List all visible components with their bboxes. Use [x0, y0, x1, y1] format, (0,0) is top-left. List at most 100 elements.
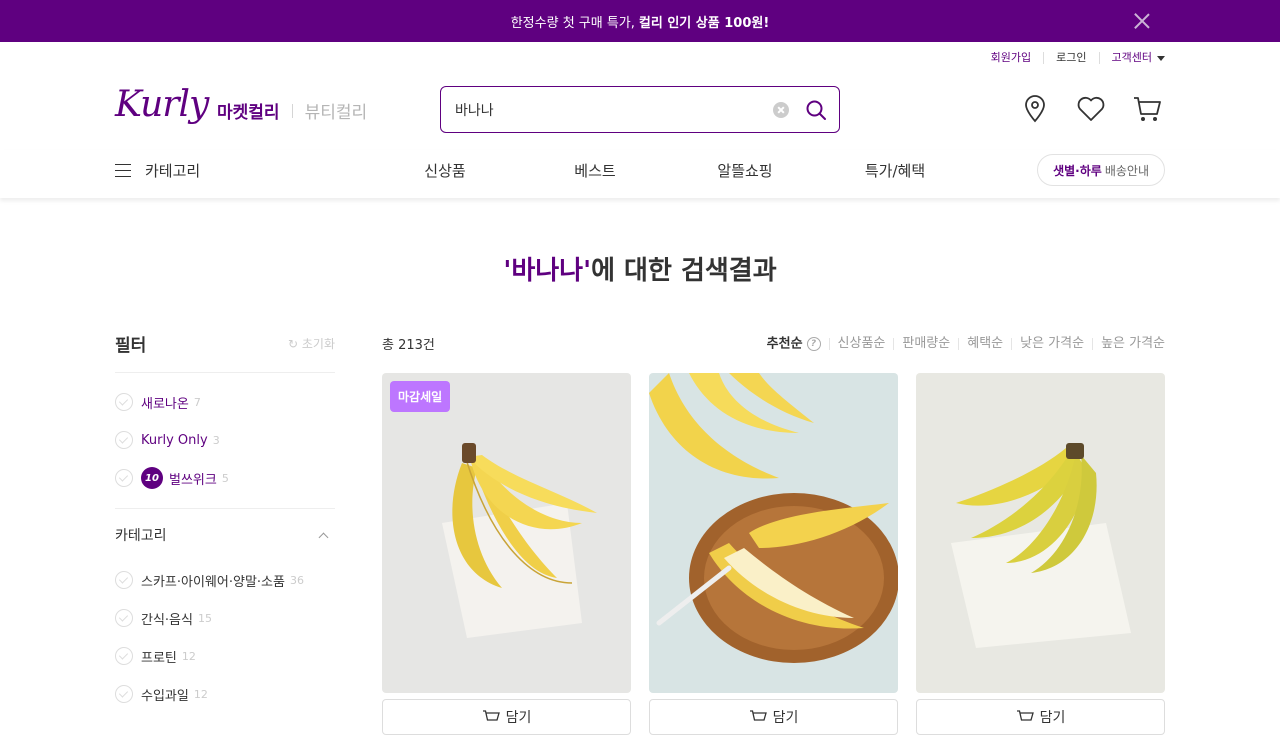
- sort-sales[interactable]: 판매량순: [893, 337, 958, 350]
- search-icon[interactable]: [805, 99, 827, 121]
- delivery-strong: 샛별·하루: [1053, 163, 1102, 178]
- tab-market-kurly[interactable]: 마켓컬리: [217, 98, 280, 123]
- cart-button-label: 담기: [772, 710, 799, 726]
- filter-option-new[interactable]: 새로나온 7: [115, 383, 335, 421]
- cart-icon: [1016, 710, 1034, 721]
- global-nav: 카테고리 신상품 베스트 알뜰쇼핑 특가/혜택 샛별·하루 배송안내: [0, 150, 1280, 198]
- sort-label: 추천순: [766, 336, 803, 351]
- kurly-logo[interactable]: Kurly: [115, 84, 209, 125]
- option-count: 12: [181, 649, 196, 663]
- refresh-icon: ↻: [287, 336, 299, 351]
- delivery-info-button[interactable]: 샛별·하루 배송안내: [1037, 154, 1165, 186]
- product-card[interactable]: 담기: [649, 373, 898, 735]
- sort-recommended[interactable]: 추천순?: [759, 336, 829, 351]
- filter-option-category[interactable]: 간식·음식 15: [115, 599, 335, 637]
- option-label: 새로나온: [141, 396, 189, 412]
- divider: [291, 103, 293, 118]
- category-menu-button[interactable]: 카테고리: [115, 160, 200, 181]
- nav-best[interactable]: 베스트: [520, 160, 670, 181]
- login-link[interactable]: 로그인: [1043, 52, 1098, 64]
- add-to-cart-button[interactable]: 담기: [916, 699, 1165, 735]
- sort-price-high[interactable]: 높은 가격순: [1092, 337, 1165, 350]
- check-icon: [115, 685, 133, 703]
- filter-panel: 필터 ↻ 초기화 새로나온 7 Kurly Only 3 10 벌쓰위크 5 카…: [115, 330, 335, 713]
- product-card[interactable]: 담기: [916, 373, 1165, 735]
- clear-icon[interactable]: [773, 101, 789, 118]
- sort-benefit[interactable]: 혜택순: [958, 337, 1011, 350]
- quote-close: ': [583, 256, 592, 286]
- user-menu: 회원가입 로그인 고객센터: [979, 52, 1165, 64]
- mall-tabs: 마켓컬리 뷰티컬리: [217, 98, 367, 123]
- filter-option-category[interactable]: 스카프·아이웨어·양말·소품 36: [115, 561, 335, 599]
- promo-text: 한정수량 첫 구매 특가,: [510, 15, 635, 31]
- chevron-up-icon: [318, 532, 329, 542]
- sort-options: 추천순? 신상품순 판매량순 혜택순 낮은 가격순 높은 가격순: [759, 334, 1165, 353]
- option-label: Kurly Only: [141, 432, 208, 448]
- add-to-cart-button[interactable]: 담기: [382, 699, 631, 735]
- sort-price-low[interactable]: 낮은 가격순: [1011, 337, 1092, 350]
- check-icon: [115, 571, 133, 589]
- filter-header: 필터 ↻ 초기화: [115, 330, 335, 373]
- check-icon: [115, 469, 133, 487]
- close-icon[interactable]: [1132, 11, 1152, 31]
- heart-icon[interactable]: [1073, 93, 1109, 125]
- hamburger-icon: [115, 163, 131, 178]
- promo-banner[interactable]: 한정수량 첫 구매 특가, 컬리 인기 상품 100원!: [0, 0, 1280, 42]
- sort-newest[interactable]: 신상품순: [828, 337, 894, 350]
- option-count: 3: [212, 433, 220, 447]
- option-label: 프로틴: [141, 650, 177, 666]
- list-header: 총 213건 추천순? 신상품순 판매량순 혜택순 낮은 가격순 높은 가격순: [382, 334, 1165, 353]
- option-label: 벌쓰위크: [169, 472, 217, 488]
- filter-option-kurly-only[interactable]: Kurly Only 3: [115, 421, 335, 459]
- option-count: 7: [193, 395, 201, 409]
- deal-badge: 마감세일: [390, 381, 451, 412]
- category-filter-title: 카테고리: [115, 528, 167, 544]
- check-icon: [115, 647, 133, 665]
- nav-special[interactable]: 특가/혜택: [820, 160, 970, 181]
- cart-icon: [749, 710, 767, 721]
- cart-button-label: 담기: [1039, 710, 1066, 726]
- cart-icon[interactable]: [1129, 93, 1165, 125]
- nav-new[interactable]: 신상품: [370, 160, 520, 181]
- filter-option-category[interactable]: 프로틴 12: [115, 637, 335, 675]
- signup-link[interactable]: 회원가입: [979, 52, 1043, 64]
- total-count: 총 213건: [382, 338, 435, 353]
- search-keyword: 바나나: [511, 256, 584, 286]
- search-input[interactable]: [455, 101, 773, 118]
- product-image[interactable]: 마감세일: [382, 373, 631, 693]
- search-result-title: '바나나'에 대한 검색결과: [0, 250, 1280, 287]
- option-count: 12: [193, 687, 208, 701]
- filter-reset-button[interactable]: ↻ 초기화: [288, 335, 335, 352]
- filter-group-special: 새로나온 7 Kurly Only 3 10 벌쓰위크 5: [115, 373, 335, 509]
- product-image[interactable]: [649, 373, 898, 693]
- nav-saving[interactable]: 알뜰쇼핑: [670, 160, 820, 181]
- filter-title: 필터: [115, 335, 147, 356]
- filter-option-category[interactable]: 수입과일 12: [115, 675, 335, 713]
- search-bar: [440, 86, 840, 133]
- location-icon[interactable]: [1017, 93, 1053, 125]
- gnb-items: 신상품 베스트 알뜰쇼핑 특가/혜택: [370, 160, 970, 181]
- option-count: 36: [289, 573, 304, 587]
- filter-group-category: 스카프·아이웨어·양말·소품 36 간식·음식 15 프로틴 12 수입과일 1…: [115, 561, 335, 713]
- check-icon: [115, 431, 133, 449]
- reset-label: 초기화: [301, 336, 335, 351]
- support-label: 고객센터: [1111, 51, 1152, 64]
- option-count: 5: [221, 471, 229, 485]
- check-icon: [115, 393, 133, 411]
- option-label: 스카프·아이웨어·양말·소품: [141, 574, 285, 590]
- help-icon[interactable]: ?: [806, 336, 821, 351]
- product-card[interactable]: 마감세일 담기: [382, 373, 631, 735]
- add-to-cart-button[interactable]: 담기: [649, 699, 898, 735]
- product-image[interactable]: [916, 373, 1165, 693]
- filter-option-beauty-week[interactable]: 10 벌쓰위크 5: [115, 459, 335, 497]
- result-suffix: 에 대한 검색결과: [591, 256, 777, 286]
- option-count: 15: [197, 611, 212, 625]
- option-label: 간식·음식: [141, 612, 193, 628]
- delivery-rest: 배송안내: [1104, 163, 1149, 178]
- filter-category-toggle[interactable]: 카테고리: [115, 509, 335, 561]
- support-menu[interactable]: 고객센터: [1098, 51, 1165, 64]
- tab-beauty-kurly[interactable]: 뷰티컬리: [305, 98, 368, 123]
- caret-down-icon: [1157, 55, 1165, 61]
- promo-highlight: 컬리 인기 상품 100원!: [638, 15, 770, 31]
- option-label: 수입과일: [141, 688, 189, 704]
